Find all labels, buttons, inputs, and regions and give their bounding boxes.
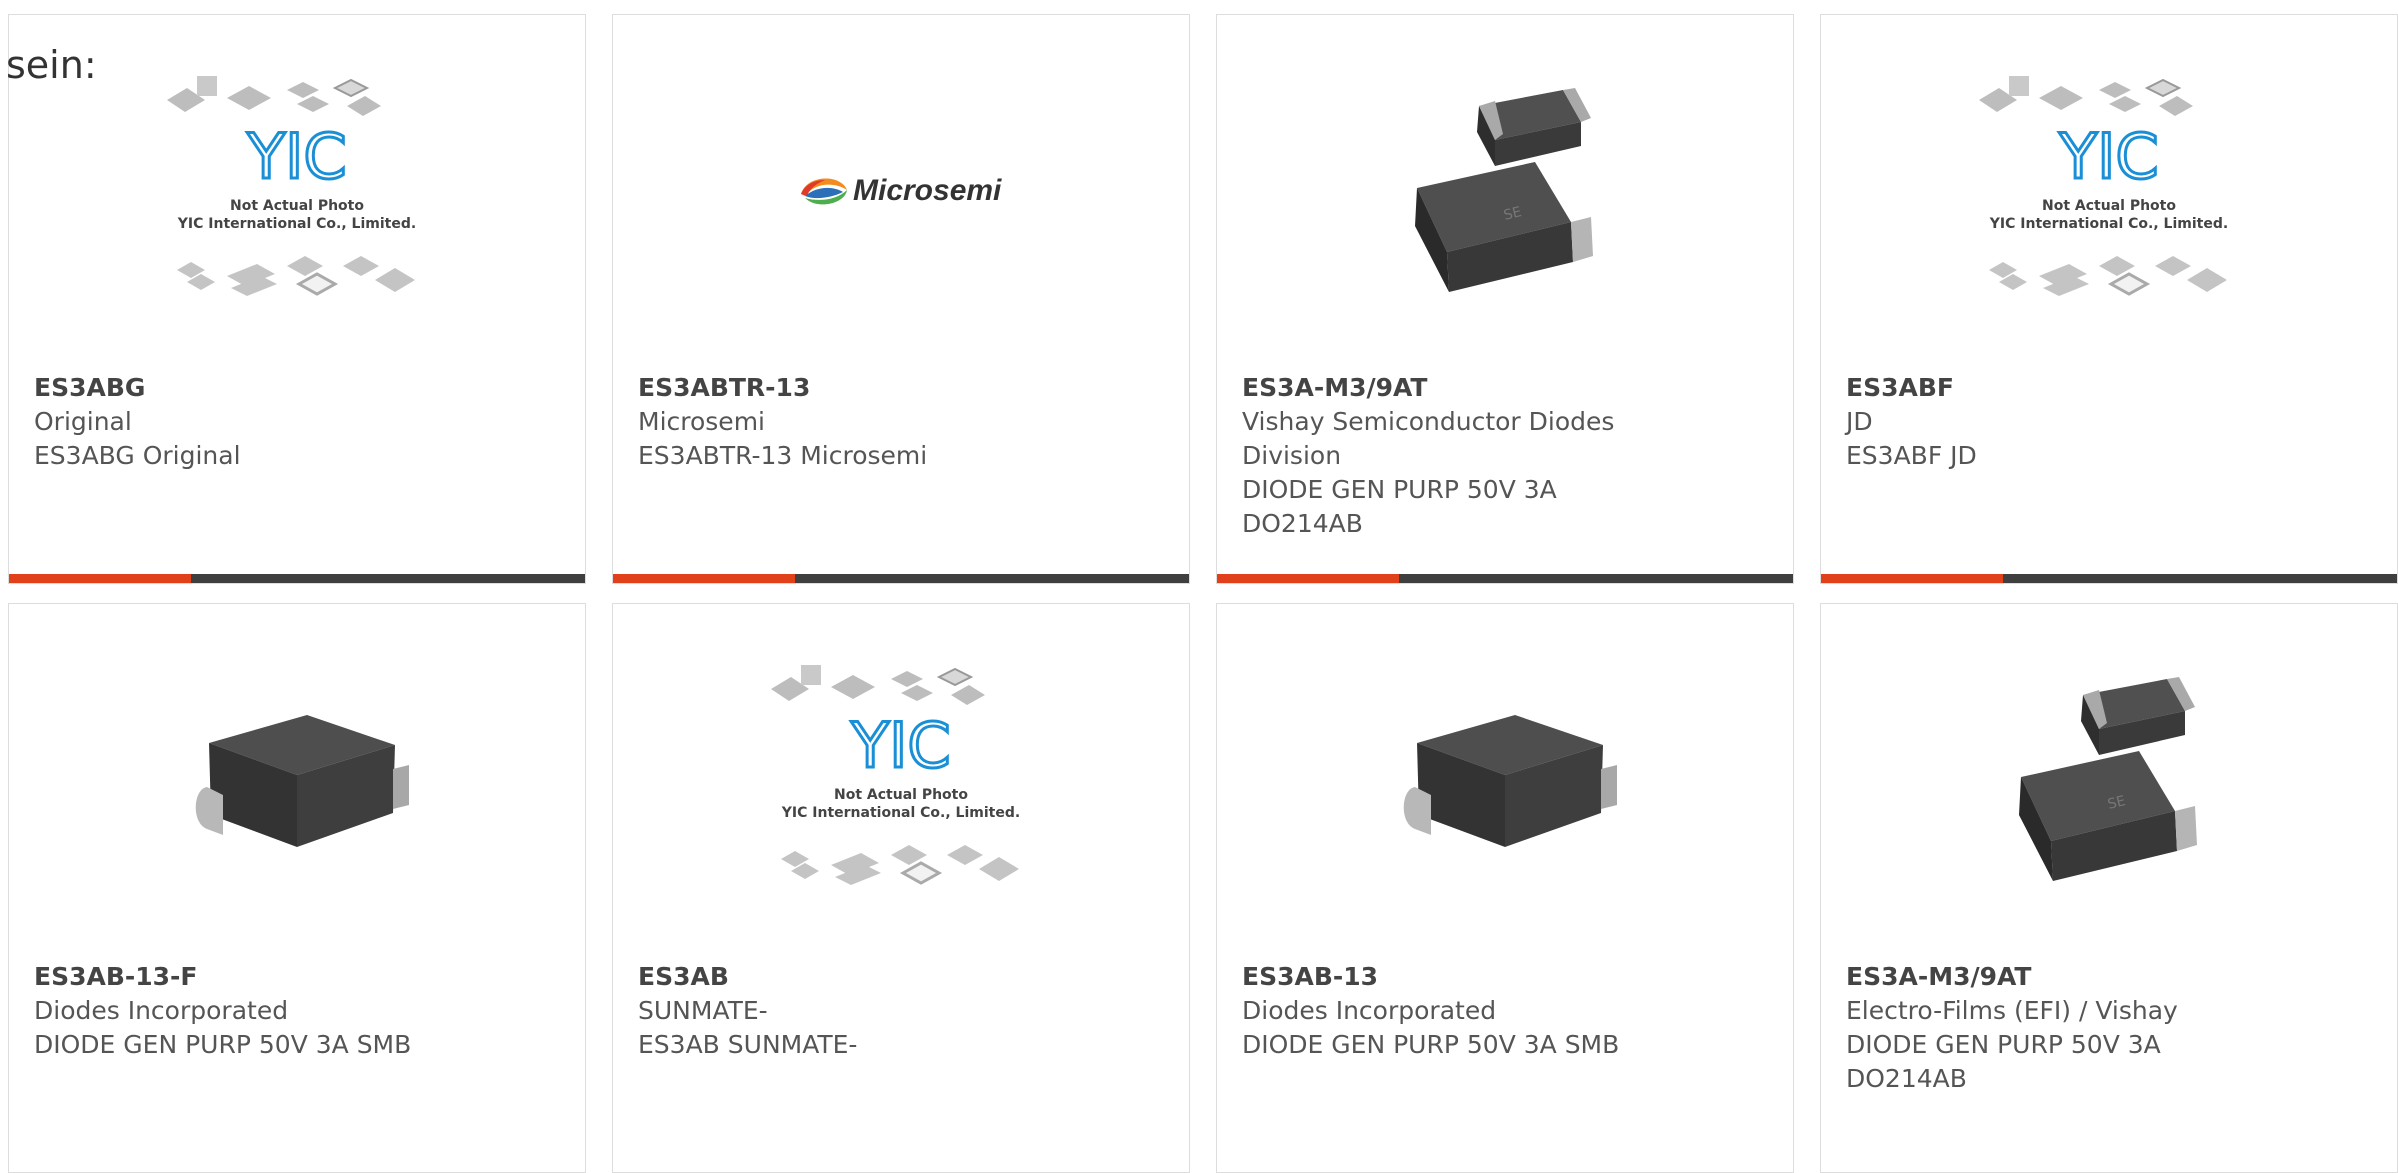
- manufacturer: Microsemi: [638, 407, 765, 436]
- yic-line1: Not Actual Photo: [2042, 198, 2176, 214]
- description: DIODE GEN PURP 50V 3A SMB: [34, 1030, 412, 1059]
- yic-placeholder-icon: YIC Not Actual Photo YIC International C…: [1821, 70, 2397, 355]
- description: ES3AB SUNMATE-: [638, 1030, 858, 1059]
- yic-logo-text: YIC: [246, 120, 346, 193]
- product-card-0[interactable]: YIC Not Actual Photo YIC International C…: [8, 14, 586, 584]
- intro-text: sein:: [6, 43, 97, 87]
- product-info: ES3AB-13-F Diodes Incorporated DIODE GEN…: [34, 960, 554, 1062]
- card-bottom-bar: [1217, 574, 1793, 583]
- microsemi-logo-icon: Microsemi: [613, 70, 1189, 355]
- card-bottom-bar: [1821, 574, 2397, 583]
- product-info: ES3A-M3/9AT Electro-Films (EFI) / Vishay…: [1846, 960, 2366, 1096]
- yic-line1: Not Actual Photo: [834, 787, 968, 803]
- description: ES3ABTR-13 Microsemi: [638, 441, 928, 470]
- yic-line2: YIC International Co., Limited.: [781, 805, 1020, 821]
- yic-placeholder-icon: YIC Not Actual Photo YIC International C…: [613, 659, 1189, 944]
- microsemi-logo-text: Microsemi: [853, 174, 1002, 207]
- product-card-5[interactable]: YIC Not Actual Photo YIC International C…: [612, 603, 1190, 1173]
- card-bottom-bar: [9, 574, 585, 583]
- card-accent-bar: [613, 574, 795, 583]
- part-number-link[interactable]: ES3ABF: [1846, 371, 2366, 405]
- part-number-link[interactable]: ES3A-M3/9AT: [1846, 960, 2366, 994]
- product-info: ES3AB-13 Diodes Incorporated DIODE GEN P…: [1242, 960, 1762, 1062]
- product-card-7[interactable]: SE ES3A-M3/9AT Electro-Films (EFI) / Vis…: [1820, 603, 2398, 1173]
- card-bottom-bar: [613, 574, 1189, 583]
- yic-line2: YIC International Co., Limited.: [177, 216, 416, 232]
- description: ES3ABF JD: [1846, 441, 1977, 470]
- manufacturer: SUNMATE-: [638, 996, 768, 1025]
- product-info: ES3ABG Original ES3ABG Original: [34, 371, 554, 473]
- part-number-link[interactable]: ES3A-M3/9AT: [1242, 371, 1762, 405]
- product-card-1[interactable]: Microsemi ES3ABTR-13 Microsemi ES3ABTR-1…: [612, 14, 1190, 584]
- product-card-3[interactable]: YIC Not Actual Photo YIC International C…: [1820, 14, 2398, 584]
- smc-diode-pair-icon: SE: [1821, 659, 2397, 944]
- yic-placeholder-icon: YIC Not Actual Photo YIC International C…: [9, 70, 585, 355]
- product-card-4[interactable]: ES3AB-13-F Diodes Incorporated DIODE GEN…: [8, 603, 586, 1173]
- smb-diode-icon: [1217, 659, 1793, 944]
- part-number-link[interactable]: ES3AB-13: [1242, 960, 1762, 994]
- part-number-link[interactable]: ES3AB: [638, 960, 1158, 994]
- card-accent-bar: [1217, 574, 1399, 583]
- yic-logo-text: YIC: [2058, 120, 2158, 193]
- manufacturer: Original: [34, 407, 132, 436]
- yic-line1: Not Actual Photo: [230, 198, 364, 214]
- yic-line2: YIC International Co., Limited.: [1989, 216, 2228, 232]
- product-card-2[interactable]: SE ES3A-M3/9AT Vishay Semiconductor Diod…: [1216, 14, 1794, 584]
- part-number-link[interactable]: ES3ABTR-13: [638, 371, 1158, 405]
- manufacturer: Diodes Incorporated: [1242, 996, 1497, 1025]
- description: ES3ABG Original: [34, 441, 241, 470]
- manufacturer: JD: [1846, 407, 1873, 436]
- product-info: ES3ABTR-13 Microsemi ES3ABTR-13 Microsem…: [638, 371, 1158, 473]
- yic-logo-text: YIC: [850, 709, 950, 782]
- product-info: ES3A-M3/9AT Vishay Semiconductor Diodes …: [1242, 371, 1762, 541]
- part-number-link[interactable]: ES3ABG: [34, 371, 554, 405]
- description: DIODE GEN PURP 50V 3A DO214AB: [1242, 475, 1557, 538]
- manufacturer: Vishay Semiconductor Diodes Division: [1242, 407, 1615, 470]
- part-number-link[interactable]: ES3AB-13-F: [34, 960, 554, 994]
- smc-diode-pair-icon: SE: [1217, 70, 1793, 355]
- description: DIODE GEN PURP 50V 3A SMB: [1242, 1030, 1620, 1059]
- manufacturer: Diodes Incorporated: [34, 996, 289, 1025]
- card-accent-bar: [9, 574, 191, 583]
- card-accent-bar: [1821, 574, 2003, 583]
- smb-diode-icon: [9, 659, 585, 944]
- product-card-6[interactable]: ES3AB-13 Diodes Incorporated DIODE GEN P…: [1216, 603, 1794, 1173]
- manufacturer: Electro-Films (EFI) / Vishay: [1846, 996, 2178, 1025]
- description: DIODE GEN PURP 50V 3A DO214AB: [1846, 1030, 2161, 1093]
- product-info: ES3ABF JD ES3ABF JD: [1846, 371, 2366, 473]
- product-info: ES3AB SUNMATE- ES3AB SUNMATE-: [638, 960, 1158, 1062]
